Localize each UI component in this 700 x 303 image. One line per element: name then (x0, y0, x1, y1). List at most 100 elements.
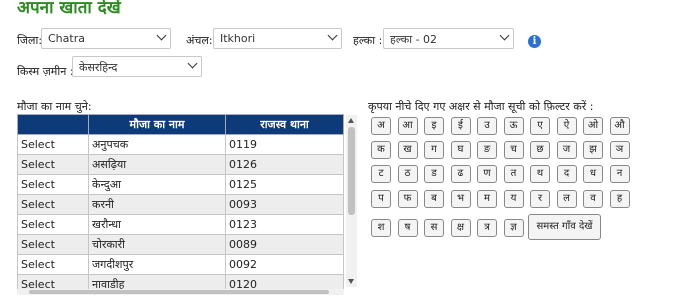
letter-filter-button[interactable]: द (556, 165, 577, 183)
select-link[interactable]: Select (17, 274, 89, 289)
letter-filter-button[interactable]: घ (450, 141, 471, 159)
letter-filter-button[interactable]: ख (397, 141, 418, 159)
letter-filter-button[interactable]: उ (477, 117, 497, 135)
table-row: Select करनी 0093 (17, 194, 344, 215)
land-type-select[interactable]: केसरहिन्द (72, 56, 202, 77)
select-link[interactable]: Select (17, 174, 89, 195)
info-icon[interactable]: i (528, 35, 541, 48)
letter-filter-button[interactable]: य (503, 190, 524, 208)
halka-select-value: हल्का - 02 (390, 33, 438, 46)
letter-filter-button[interactable]: र (530, 190, 550, 208)
table-header-row: मौजा का नाम राजस्व थाना (17, 114, 344, 135)
column-header-action (17, 114, 89, 135)
letter-filter-button[interactable]: ग (424, 141, 444, 159)
district-label: जिला: (17, 34, 43, 47)
table-vertical-scrollbar[interactable] (346, 115, 357, 287)
village-name-cell: खरौन्धा (88, 214, 226, 235)
letter-filter-button[interactable]: फ (397, 190, 418, 208)
village-table-container: मौजा का नाम राजस्व थाना Select अनुपचक 01… (17, 114, 344, 289)
letter-filter-button[interactable]: क्ष (450, 219, 471, 237)
letter-filter-button[interactable]: ई (450, 117, 471, 135)
letter-filter-button[interactable]: ज (556, 141, 577, 159)
letter-filter-button[interactable]: झ (583, 141, 603, 159)
letter-filter-button[interactable]: ङ (477, 141, 497, 159)
letter-filter-button[interactable]: प (371, 190, 391, 208)
letter-filter-button[interactable]: ब (424, 190, 444, 208)
thana-cell: 0126 (225, 154, 344, 175)
thana-cell: 0092 (225, 254, 344, 275)
letter-filter-button[interactable]: अ (371, 117, 391, 135)
table-horizontal-scrollbar[interactable] (17, 289, 344, 295)
letter-filter-button[interactable]: ष (397, 219, 418, 237)
letter-filter-button[interactable]: भ (450, 190, 471, 208)
village-table: मौजा का नाम राजस्व थाना Select अनुपचक 01… (17, 114, 344, 289)
village-name-cell: अनुपचक (88, 134, 226, 155)
letter-filter-button[interactable]: ज्ञ (503, 219, 524, 237)
letter-filter-button[interactable]: ड (424, 165, 444, 183)
letter-filter-button[interactable]: व (583, 190, 603, 208)
select-link[interactable]: Select (17, 134, 89, 155)
select-link[interactable]: Select (17, 234, 89, 255)
letter-filter-button[interactable]: त्र (477, 219, 497, 237)
letter-filter-button[interactable]: स (424, 219, 444, 237)
select-link[interactable]: Select (17, 254, 89, 275)
thana-cell: 0123 (225, 214, 344, 235)
chevron-down-icon (499, 30, 510, 41)
letter-filter-button[interactable]: छ (530, 141, 550, 159)
letter-filter-button[interactable]: म (477, 190, 497, 208)
table-row: Select जगदीशपुर 0092 (17, 254, 344, 275)
letter-filter-button[interactable]: ठ (397, 165, 418, 183)
letter-filter-button[interactable]: च (503, 141, 524, 159)
page-title: अपना खाता देखें (17, 0, 121, 18)
table-row: Select केन्दुआ 0125 (17, 174, 344, 195)
village-section-label: मौजा का नाम चुने: (17, 100, 92, 113)
village-name-cell: केन्दुआ (88, 174, 226, 195)
thana-cell: 0125 (225, 174, 344, 195)
village-name-cell: चोरकारी (88, 234, 226, 255)
block-select[interactable]: Itkhori (213, 28, 342, 49)
block-select-value: Itkhori (220, 32, 256, 45)
select-link[interactable]: Select (17, 214, 89, 235)
letter-filter-button[interactable]: त (503, 165, 524, 183)
letter-filter-button[interactable]: थ (530, 165, 550, 183)
scroll-up-arrow-icon[interactable] (348, 118, 354, 123)
district-select[interactable]: Chatra (41, 28, 171, 49)
land-type-select-value: केसरहिन्द (79, 61, 118, 74)
letter-filter-button[interactable]: आ (397, 117, 418, 135)
letter-filter-button[interactable]: ण (477, 165, 497, 183)
show-all-villages-button[interactable]: समस्त गाँव देखें (528, 214, 601, 240)
horizontal-scrollbar-thumb[interactable] (29, 290, 329, 294)
letter-filter-button[interactable]: ध (583, 165, 603, 183)
letter-filter-button[interactable]: ए (530, 117, 550, 135)
table-row: Select असढ़िया 0126 (17, 154, 344, 175)
letter-filter-button[interactable]: ओ (583, 117, 603, 135)
letter-filter-button[interactable]: न (609, 165, 630, 183)
block-label: अंचल: (186, 34, 213, 47)
select-link[interactable]: Select (17, 154, 89, 175)
letter-filter-button[interactable]: क (371, 141, 391, 159)
table-row: Select चोरकारी 0089 (17, 234, 344, 255)
scrollbar-thumb[interactable] (348, 127, 355, 215)
letter-filter-button[interactable]: ढ (450, 165, 471, 183)
thana-cell: 0089 (225, 234, 344, 255)
village-name-cell: करनी (88, 194, 226, 215)
letter-filter-button[interactable]: ह (609, 190, 630, 208)
letter-filter-button[interactable]: ऊ (503, 117, 524, 135)
letter-filter-button[interactable]: इ (424, 117, 444, 135)
scroll-down-arrow-icon[interactable] (348, 279, 354, 284)
letter-filter-button[interactable]: श (371, 219, 391, 237)
thana-cell: 0120 (225, 274, 344, 289)
letter-filter-button[interactable]: ञ (609, 141, 630, 159)
halka-label: हल्का : (353, 34, 383, 47)
halka-select[interactable]: हल्का - 02 (383, 28, 514, 49)
thana-cell: 0119 (225, 134, 344, 155)
letter-filter-button[interactable]: ल (556, 190, 577, 208)
chevron-down-icon (156, 30, 167, 41)
select-link[interactable]: Select (17, 194, 89, 215)
village-name-cell: असढ़िया (88, 154, 226, 175)
letter-filter-button[interactable]: ऐ (556, 117, 577, 135)
letter-filter-button[interactable]: ट (371, 165, 391, 183)
table-row: Select नावाडीह 0120 (17, 274, 344, 289)
letter-filter-button[interactable]: औ (609, 117, 630, 135)
column-header-village-name: मौजा का नाम (88, 114, 226, 135)
